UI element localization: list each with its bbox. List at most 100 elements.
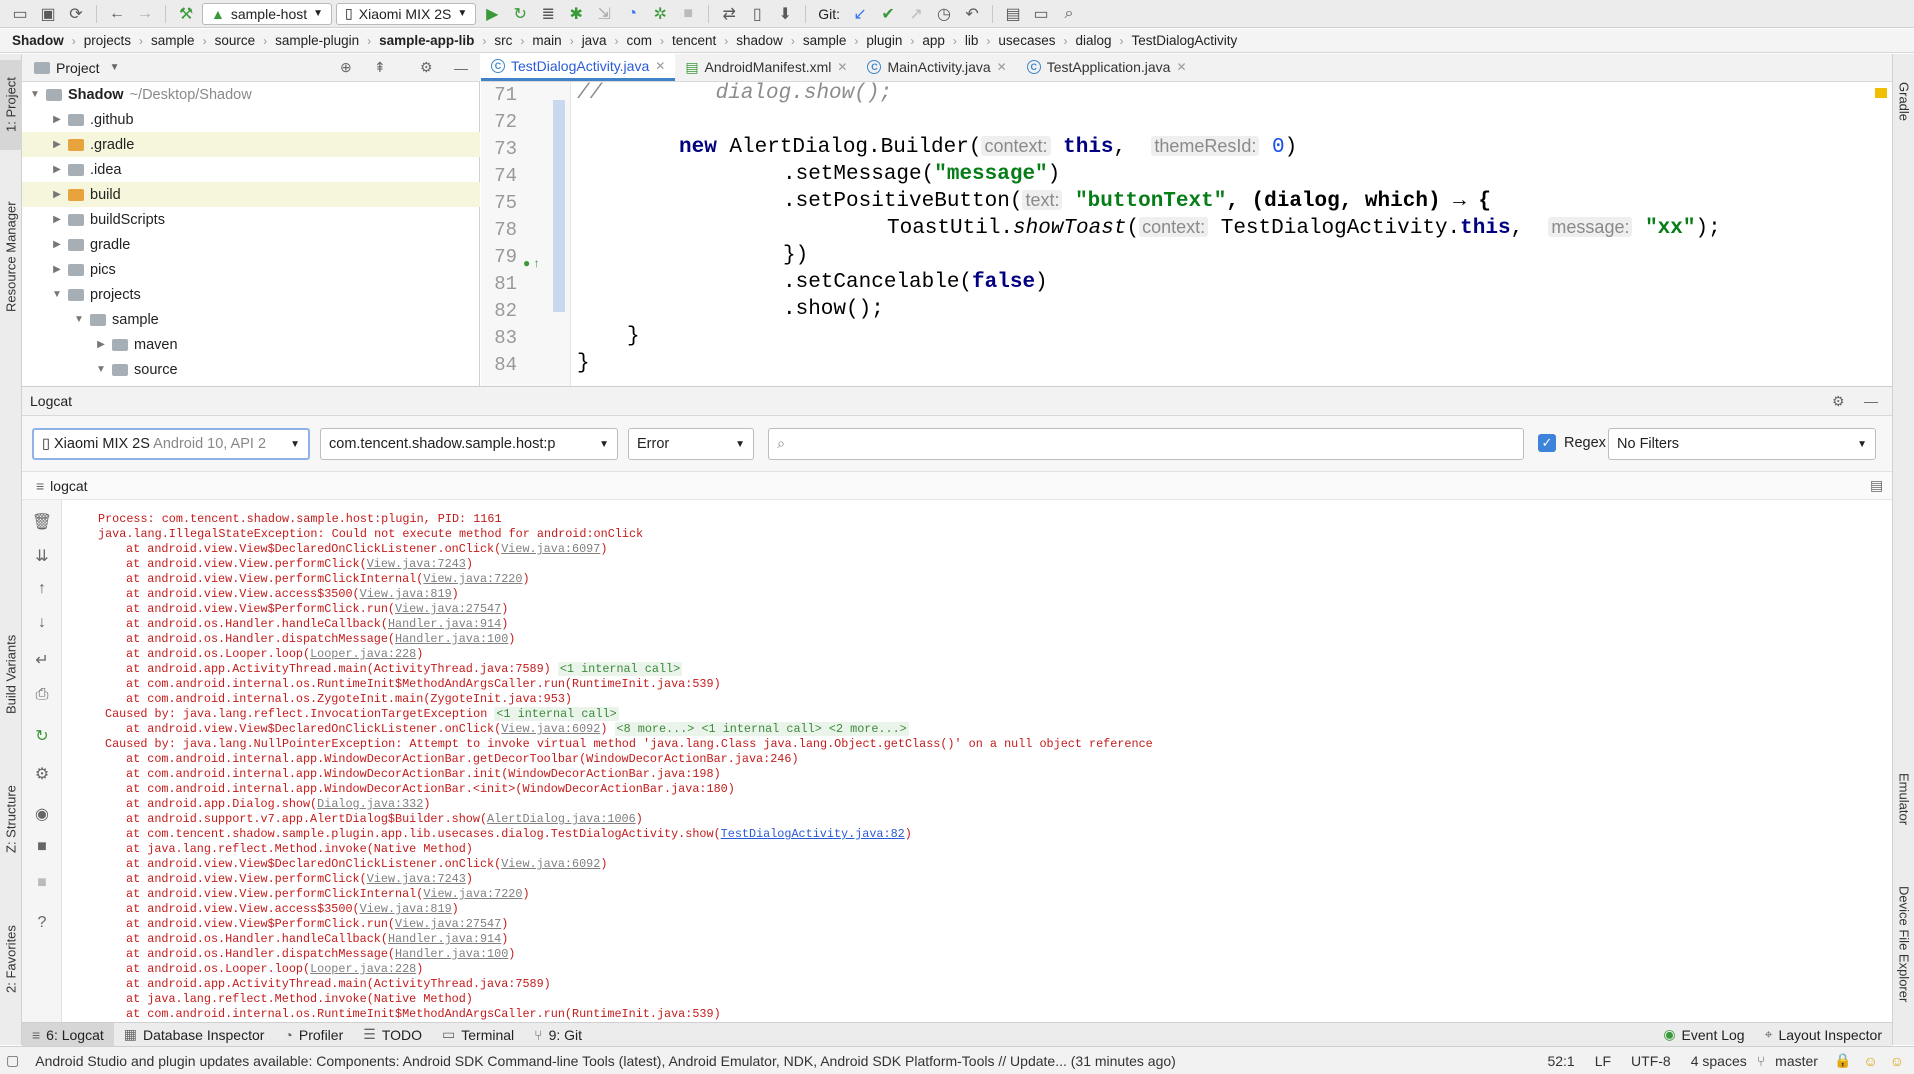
build-hammer-icon[interactable]: ⚒: [174, 2, 198, 26]
tool-window-button[interactable]: ⑂ 9: Git: [524, 1023, 592, 1047]
collapsed-arrow-icon[interactable]: ▶: [50, 164, 64, 175]
file-encoding[interactable]: UTF-8: [1621, 1053, 1681, 1069]
feedback-icon[interactable]: ☺: [1884, 1053, 1914, 1069]
scroll-to-end-icon[interactable]: ⇊: [30, 546, 54, 570]
folded-frames[interactable]: <1 internal call>: [557, 662, 683, 676]
collapsed-arrow-icon[interactable]: ▶: [50, 139, 64, 150]
folded-frames[interactable]: <8 more...> <1 internal call> <2 more...…: [614, 722, 909, 736]
status-message[interactable]: Android Studio and plugin updates availa…: [25, 1053, 1537, 1069]
folded-frames[interactable]: <1 internal call>: [494, 707, 619, 721]
tree-item[interactable]: ▶ pics: [22, 257, 480, 282]
source-link[interactable]: AlertDialog.java:1006: [487, 812, 636, 826]
device-select[interactable]: ▯ Xiaomi MIX 2S ▼: [336, 2, 477, 25]
breadcrumb-item[interactable]: usecases: [998, 33, 1055, 48]
screen-capture-icon[interactable]: ◉: [30, 804, 54, 828]
source-link[interactable]: View.java:6097: [501, 542, 600, 556]
tool-window-button[interactable]: ▦ Database Inspector: [114, 1023, 275, 1047]
expanded-arrow-icon[interactable]: ▼: [94, 364, 108, 375]
editor-tab[interactable]: C TestDialogActivity.java ✕: [481, 53, 676, 81]
status-toggle-icon[interactable]: ▢: [0, 1052, 25, 1069]
source-link[interactable]: Handler.java:914: [388, 617, 501, 631]
caret-position[interactable]: 52:1: [1537, 1053, 1584, 1069]
breadcrumb-item[interactable]: sample-plugin: [275, 33, 359, 48]
source-link[interactable]: Looper.java:228: [310, 647, 416, 661]
tab-structure[interactable]: Z: Structure: [0, 764, 22, 874]
breadcrumb-item[interactable]: app: [922, 33, 945, 48]
history-icon[interactable]: ◷: [932, 2, 956, 26]
tool-window-button[interactable]: ☰ TODO: [353, 1023, 432, 1047]
tree-item[interactable]: ▼ source: [22, 357, 480, 382]
tree-item[interactable]: ▼ sample: [22, 307, 480, 332]
breadcrumb-item[interactable]: shadow: [736, 33, 783, 48]
back-icon[interactable]: ←: [105, 2, 129, 26]
close-icon[interactable]: ✕: [837, 60, 847, 74]
logcat-search-input[interactable]: ⌕: [768, 428, 1524, 460]
source-link[interactable]: View.java:819: [360, 902, 452, 916]
source-link[interactable]: View.java:7220: [423, 887, 522, 901]
up-icon[interactable]: ↑: [30, 580, 54, 604]
layout-icon[interactable]: ▤: [1870, 477, 1883, 494]
breadcrumb-item[interactable]: com: [626, 33, 652, 48]
collapsed-arrow-icon[interactable]: ▶: [50, 239, 64, 250]
git-branch[interactable]: master: [1765, 1053, 1828, 1069]
apply-code-changes-icon[interactable]: ≣: [536, 2, 560, 26]
breadcrumb-item[interactable]: TestDialogActivity: [1132, 33, 1238, 48]
restart-icon[interactable]: ↻: [30, 726, 54, 750]
minimize-icon[interactable]: —: [454, 60, 468, 76]
tree-item[interactable]: ▶ .idea: [22, 157, 480, 182]
log-level-select[interactable]: Error ▼: [628, 428, 754, 460]
save-icon[interactable]: ▣: [36, 2, 60, 26]
breadcrumb-item[interactable]: projects: [84, 33, 131, 48]
source-link[interactable]: Handler.java:100: [395, 947, 508, 961]
collapsed-arrow-icon[interactable]: ▶: [50, 114, 64, 125]
attach-debugger-icon[interactable]: ⇲: [592, 2, 616, 26]
help-icon[interactable]: ?: [30, 914, 54, 938]
settings-icon[interactable]: ⚙: [420, 59, 433, 76]
breadcrumb-item[interactable]: java: [582, 33, 607, 48]
terminal-icon[interactable]: ▭: [1029, 2, 1053, 26]
breadcrumb-item[interactable]: dialog: [1075, 33, 1111, 48]
collapsed-arrow-icon[interactable]: ▶: [94, 339, 108, 350]
forward-icon[interactable]: →: [133, 2, 157, 26]
breadcrumb-item[interactable]: src: [494, 33, 512, 48]
close-icon[interactable]: ✕: [997, 60, 1007, 74]
gradle-sync-icon[interactable]: ⇄: [717, 2, 741, 26]
tree-item[interactable]: ▶ .github: [22, 107, 480, 132]
tab-project[interactable]: 1: Project: [0, 60, 22, 150]
line-separator[interactable]: LF: [1585, 1053, 1621, 1069]
source-link[interactable]: View.java:27547: [395, 602, 501, 616]
source-link[interactable]: Handler.java:914: [388, 932, 501, 946]
project-structure-icon[interactable]: ▤: [1001, 2, 1025, 26]
run-config-select[interactable]: ▲ sample-host ▼: [202, 2, 333, 25]
tab-favorites[interactable]: 2: Favorites: [0, 904, 22, 1014]
breadcrumb-item[interactable]: plugin: [866, 33, 902, 48]
inspection-status-icon[interactable]: [1875, 88, 1887, 98]
lock-icon[interactable]: 🔒: [1828, 1052, 1857, 1069]
git-update-icon[interactable]: ↙: [848, 2, 872, 26]
project-view-select[interactable]: Project: [56, 60, 100, 76]
breadcrumb-item[interactable]: sample: [803, 33, 847, 48]
locate-icon[interactable]: ⊕: [340, 59, 352, 76]
tool-window-button[interactable]: ⌖ Layout Inspector: [1755, 1023, 1892, 1047]
tree-item[interactable]: ▶ maven: [22, 332, 480, 357]
collapsed-arrow-icon[interactable]: ▶: [50, 264, 64, 275]
inspector-icon[interactable]: ☺: [1857, 1053, 1883, 1069]
open-folder-icon[interactable]: ▭: [8, 2, 32, 26]
tool-window-button[interactable]: ◔ Profiler: [274, 1023, 353, 1047]
search-icon[interactable]: ⌕: [1057, 2, 1081, 26]
source-link[interactable]: View.java:7220: [423, 572, 522, 586]
expanded-arrow-icon[interactable]: ▼: [28, 89, 42, 100]
collapsed-arrow-icon[interactable]: ▶: [50, 214, 64, 225]
breadcrumb-item[interactable]: sample-app-lib: [379, 33, 474, 48]
sync-icon[interactable]: ⟳: [64, 2, 88, 26]
sdk-manager-icon[interactable]: ⬇: [773, 2, 797, 26]
logcat-subtab[interactable]: logcat: [50, 478, 87, 494]
source-link[interactable]: Handler.java:100: [395, 632, 508, 646]
source-link[interactable]: View.java:819: [360, 587, 452, 601]
git-push-icon[interactable]: ↗: [904, 2, 928, 26]
source-link[interactable]: Dialog.java:332: [317, 797, 423, 811]
down-icon[interactable]: ↓: [30, 614, 54, 638]
debug-icon[interactable]: ✱: [564, 2, 588, 26]
editor-tab[interactable]: C MainActivity.java ✕: [857, 53, 1016, 81]
source-link[interactable]: View.java:27547: [395, 917, 501, 931]
